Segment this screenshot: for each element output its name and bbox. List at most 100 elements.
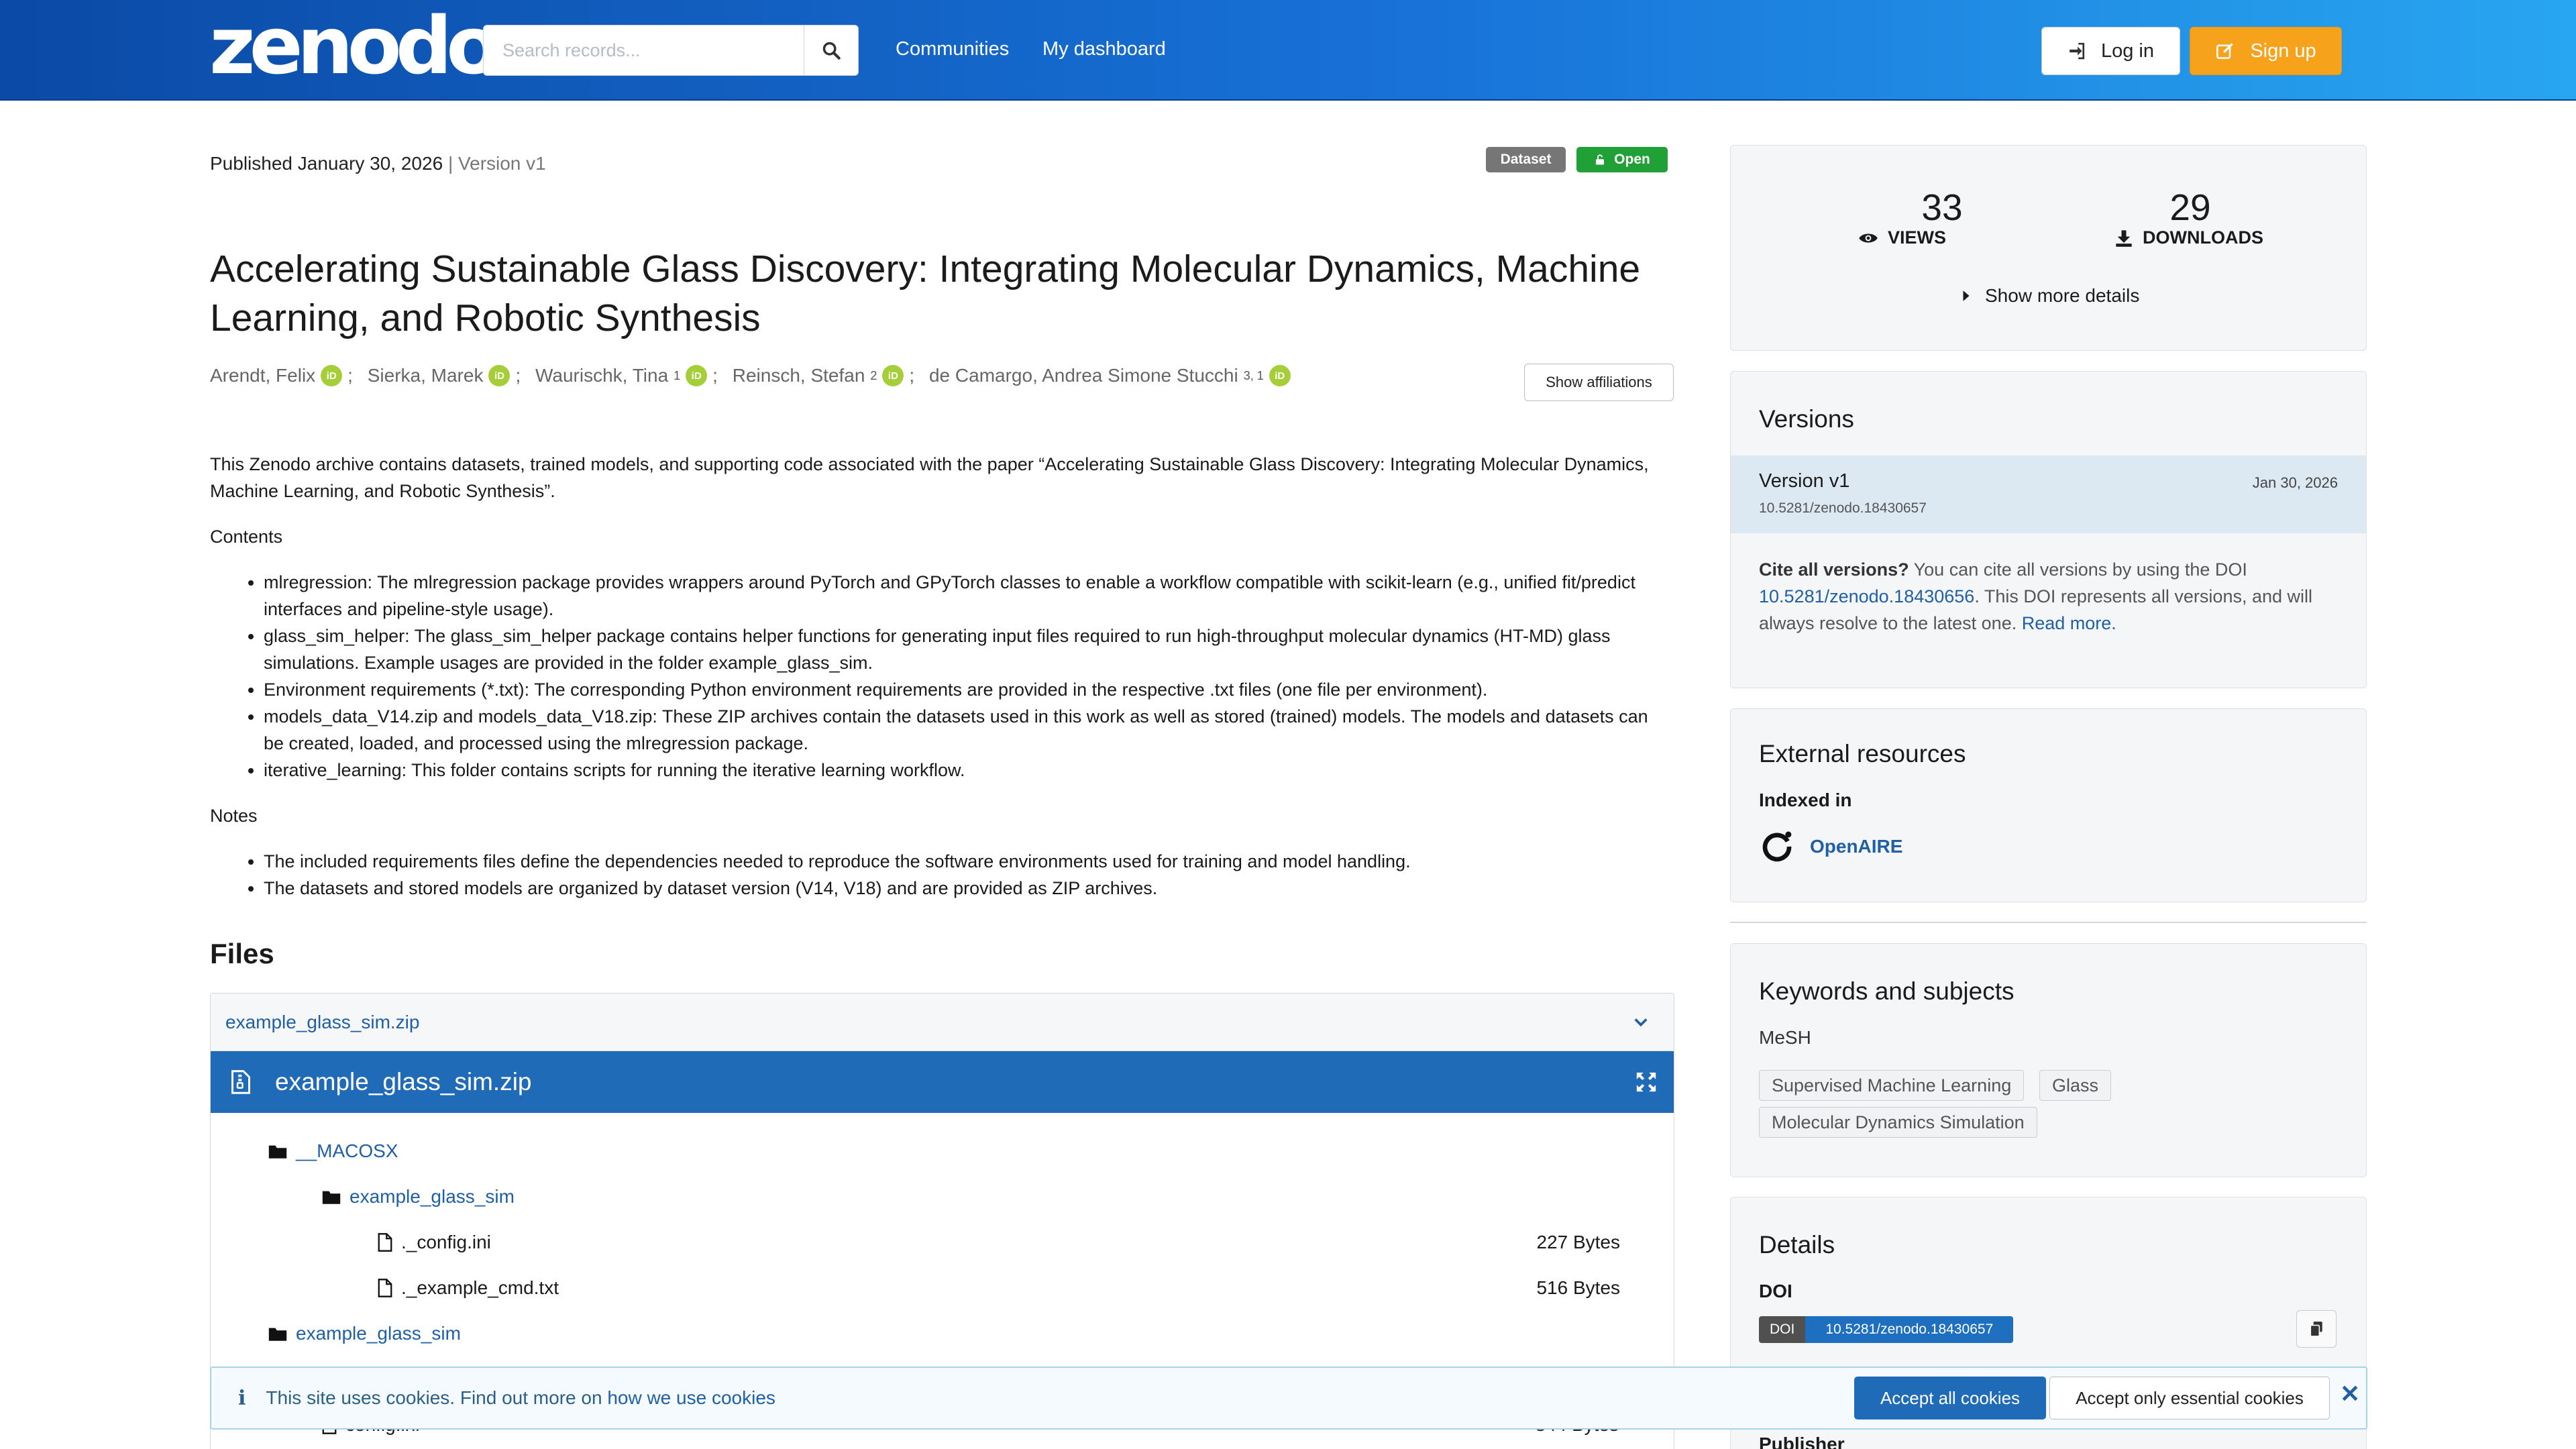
notes-list: The included requirements files define t…: [210, 848, 1672, 902]
cookie-policy-link[interactable]: how we use cookies: [607, 1387, 775, 1408]
record-description: This Zenodo archive contains datasets, t…: [210, 451, 1672, 920]
version-item[interactable]: Version v1 Jan 30, 2026 10.5281/zenodo.1…: [1731, 455, 2366, 533]
versions-title: Versions: [1759, 405, 1854, 433]
list-item: The included requirements files define t…: [264, 848, 1672, 875]
file-name: ._config.ini: [401, 1232, 491, 1252]
caret-right-icon: [1963, 290, 1970, 301]
publication-date: Published January 30, 2026 | Version v1: [210, 153, 546, 174]
file-selector[interactable]: example_glass_sim.zip: [211, 994, 1674, 1051]
downloads-count: 29: [2169, 186, 2211, 228]
search-icon: [822, 42, 841, 60]
file-icon: [378, 1279, 392, 1297]
list-item: Environment requirements (*.txt): The co…: [264, 676, 1672, 703]
download-icon: [2116, 229, 2132, 247]
doi-label: DOI: [1759, 1281, 1792, 1301]
doi-badge-prefix: DOI: [1759, 1316, 1806, 1343]
access-label: Open: [1614, 152, 1650, 167]
folder-icon: [268, 1328, 287, 1341]
nav-communities[interactable]: Communities: [896, 38, 1009, 60]
folder-link[interactable]: example_glass_sim: [350, 1186, 515, 1208]
external-resources-panel: External resources Indexed in OpenAIRE: [1730, 708, 2367, 902]
keyword-tag[interactable]: Glass: [2039, 1070, 2112, 1101]
close-icon[interactable]: ✕: [2340, 1380, 2360, 1408]
openaire-icon: [1762, 831, 1792, 862]
info-icon: i: [238, 1386, 246, 1410]
list-item: The datasets and stored models are organ…: [264, 875, 1672, 902]
search-bar: [483, 25, 859, 76]
orcid-icon[interactable]: iD: [488, 365, 511, 386]
openaire-link[interactable]: OpenAIRE: [1810, 836, 1902, 857]
doi-badge-value: 10.5281/zenodo.18430657: [1805, 1316, 2014, 1343]
fullscreen-icon[interactable]: [1635, 1071, 1658, 1093]
orcid-icon[interactable]: iD: [1269, 365, 1291, 386]
tree-folder[interactable]: example_glass_sim: [268, 1320, 461, 1347]
selected-file-link[interactable]: example_glass_sim.zip: [225, 1012, 419, 1033]
author-item[interactable]: Sierka, Marek iD;: [368, 365, 521, 386]
author-item[interactable]: de Camargo, Andrea Simone Stucchi 3, 1 iD: [929, 365, 1291, 386]
search-button[interactable]: [804, 25, 859, 76]
accept-essential-cookies-button[interactable]: Accept only essential cookies: [2049, 1377, 2330, 1419]
views-label: VIEWS: [1888, 227, 1947, 248]
publisher-label: Publisher: [1759, 1434, 1845, 1449]
show-affiliations-button[interactable]: Show affiliations: [1524, 364, 1674, 401]
tree-folder[interactable]: example_glass_sim: [321, 1183, 515, 1210]
sidebar-divider: [1730, 922, 2367, 923]
author-item[interactable]: Arendt, Felix iD;: [210, 365, 353, 386]
author-name: Arendt, Felix: [210, 365, 316, 386]
top-header: zenodo Communities My dashboard Log in S…: [0, 0, 2576, 101]
keyword-tag[interactable]: Molecular Dynamics Simulation: [1759, 1107, 2037, 1138]
indexed-in-label: Indexed in: [1759, 790, 1852, 810]
contents-list: mlregression: The mlregression package p…: [210, 569, 1672, 784]
author-item[interactable]: Reinsch, Stefan 2 iD;: [733, 365, 914, 386]
chevron-down-icon[interactable]: [1633, 1017, 1648, 1028]
tree-folder[interactable]: __MACOSX: [268, 1138, 398, 1165]
orcid-icon[interactable]: iD: [882, 365, 904, 386]
file-icon: [378, 1233, 392, 1252]
record-title: Accelerating Sustainable Glass Discovery…: [210, 248, 1641, 339]
tree-file[interactable]: ._example_cmd.txt 516 Bytes: [377, 1275, 1647, 1301]
version-date: Jan 30, 2026: [2252, 474, 2338, 491]
folder-icon: [268, 1145, 287, 1159]
author-name: Reinsch, Stefan: [732, 365, 865, 386]
list-item: mlregression: The mlregression package p…: [264, 569, 1672, 623]
copy-icon: [2310, 1322, 2322, 1337]
folder-icon: [322, 1191, 341, 1204]
description-intro: This Zenodo archive contains datasets, t…: [210, 454, 1649, 501]
show-more-label: Show more details: [1985, 285, 2140, 306]
file-name: ._example_cmd.txt: [401, 1277, 559, 1298]
author-item[interactable]: Waurischk, Tina 1 iD;: [535, 365, 718, 386]
orcid-icon[interactable]: iD: [321, 365, 343, 386]
files-heading: Files: [210, 938, 274, 969]
affiliation-ref: 1: [674, 368, 681, 382]
orcid-icon[interactable]: iD: [686, 365, 708, 386]
version-doi: 10.5281/zenodo.18430657: [1759, 500, 1927, 516]
concept-doi-link[interactable]: 10.5281/zenodo.18430656: [1759, 586, 1974, 606]
accept-all-cookies-button[interactable]: Accept all cookies: [1854, 1377, 2046, 1419]
author-name: de Camargo, Andrea Simone Stucchi: [928, 365, 1238, 386]
doi-badge[interactable]: DOI 10.5281/zenodo.18430657: [1759, 1316, 2014, 1343]
signup-button[interactable]: Sign up: [2190, 27, 2342, 75]
stats-panel: 33 VIEWS 29 DOWNLOADS Show more details: [1730, 145, 2367, 351]
folder-link[interactable]: __MACOSX: [296, 1140, 398, 1162]
author-list: Arendt, Felix iD; Sierka, Marek iD; Waur…: [210, 365, 1518, 386]
read-more-link[interactable]: Read more.: [2022, 613, 2116, 633]
contents-heading: Contents: [210, 527, 283, 547]
subject-scheme: MeSH: [1759, 1027, 1811, 1048]
openaire-link-group[interactable]: OpenAIRE: [1759, 828, 1902, 865]
folder-link[interactable]: example_glass_sim: [296, 1323, 461, 1344]
affiliation-ref: 2: [870, 368, 877, 382]
list-item: models_data_V14.zip and models_data_V18.…: [264, 703, 1672, 757]
login-button[interactable]: Log in: [2041, 27, 2180, 75]
sign-in-icon: [2070, 42, 2085, 60]
author-name: Waurischk, Tina: [535, 365, 669, 386]
version-text: | Version v1: [447, 153, 546, 174]
search-input[interactable]: [483, 25, 804, 76]
nav-my-dashboard[interactable]: My dashboard: [1042, 38, 1166, 60]
show-more-details[interactable]: Show more details: [1962, 285, 2139, 307]
preview-header: example_glass_sim.zip: [211, 1051, 1674, 1113]
keyword-tag[interactable]: Supervised Machine Learning: [1759, 1070, 2025, 1101]
zenodo-logo[interactable]: zenodo: [209, 5, 500, 86]
preview-title: example_glass_sim.zip: [275, 1068, 532, 1095]
tree-file[interactable]: ._config.ini 227 Bytes: [377, 1229, 1647, 1256]
copy-doi-button[interactable]: [2296, 1310, 2337, 1348]
